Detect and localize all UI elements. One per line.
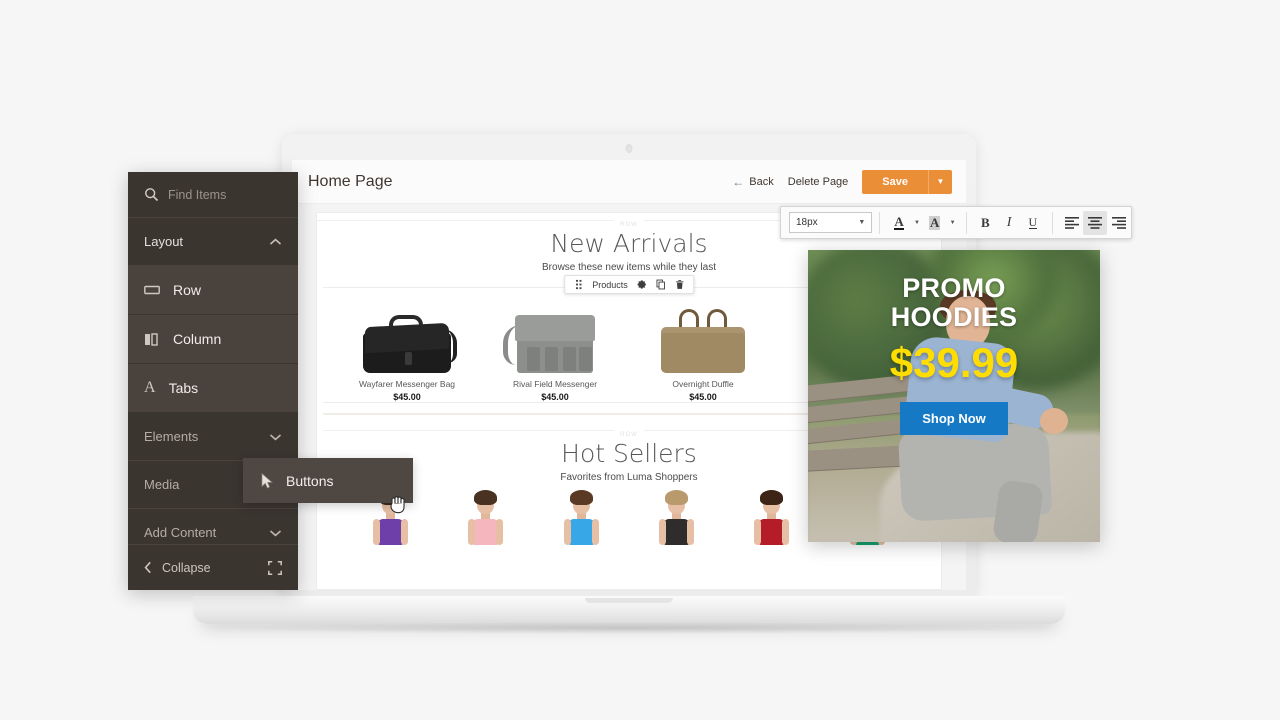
product-price: $45.00 — [689, 392, 717, 402]
column-icon — [144, 332, 160, 346]
model-thumbnail[interactable] — [468, 490, 504, 545]
sidebar-item-label: Row — [173, 282, 202, 298]
editor-actions: ← Back Delete Page Save ▼ — [732, 169, 952, 194]
align-left-button[interactable] — [1060, 211, 1084, 235]
row-icon — [144, 284, 160, 296]
arrow-left-icon: ← — [732, 174, 745, 189]
toolbar-divider — [879, 211, 881, 234]
flyout-label: Buttons — [286, 472, 334, 489]
model-thumbnail[interactable] — [754, 490, 790, 545]
font-size-select[interactable]: 18px ▼ — [789, 212, 873, 233]
text-format-toolbar: 18px ▼ A ▼ A ▼ B I U — [780, 206, 1132, 239]
product-image-duffle — [629, 289, 777, 373]
sidebar-group-elements[interactable]: Elements — [128, 413, 298, 461]
chevron-down-icon: ▼ — [858, 219, 866, 226]
grab-cursor-icon — [388, 492, 410, 516]
element-toolbar-label: Products — [592, 279, 628, 290]
messenger-bag-black-illustration — [359, 315, 457, 373]
sidebar-group-layout[interactable]: Layout — [128, 218, 298, 266]
promo-title-line-2: HOODIES — [890, 301, 1018, 332]
align-right-button[interactable] — [1107, 211, 1131, 235]
cursor-arrow-icon — [261, 472, 274, 489]
page-builder-panel: Find Items Layout Row Column A Tabs Elem — [128, 172, 298, 590]
highlight-color-caret-icon[interactable]: ▼ — [947, 220, 959, 226]
search-placeholder: Find Items — [168, 187, 227, 202]
editor-header: Home Page ← Back Delete Page Save ▼ — [292, 160, 966, 204]
bold-button[interactable]: B — [973, 211, 997, 235]
promo-price: $39.99 — [889, 338, 1019, 386]
collapse-label: Collapse — [162, 560, 211, 575]
row-marker-label: ROW — [614, 428, 644, 442]
align-center-button[interactable] — [1083, 210, 1108, 235]
font-size-value: 18px — [796, 217, 818, 228]
laptop-shadow — [205, 622, 1055, 634]
chevron-up-icon — [269, 238, 282, 246]
toolbar-divider — [965, 211, 967, 234]
chevron-down-icon — [269, 529, 282, 537]
product-price: $45.00 — [393, 392, 421, 402]
search-input[interactable]: Find Items — [128, 172, 298, 218]
model-thumbnail[interactable] — [563, 490, 599, 545]
product-image-rival — [481, 289, 629, 373]
sidebar-group-label: Add Content — [144, 525, 217, 540]
delete-page-button[interactable]: Delete Page — [788, 176, 849, 188]
sidebar-item-label: Column — [173, 331, 222, 347]
save-button[interactable]: Save — [862, 169, 928, 194]
save-button-group: Save ▼ — [862, 169, 952, 194]
sidebar-group-label: Media — [144, 477, 180, 492]
drag-handle-icon[interactable] — [573, 279, 584, 290]
save-dropdown-caret-icon[interactable]: ▼ — [928, 169, 952, 194]
toolbar-divider — [1051, 211, 1053, 234]
delete-page-label: Delete Page — [787, 175, 849, 188]
chevron-down-icon — [269, 433, 282, 441]
trash-icon[interactable] — [674, 279, 685, 290]
collapse-panel-button[interactable]: Collapse — [128, 544, 298, 590]
product-price: $45.00 — [541, 392, 569, 402]
sidebar-item-row[interactable]: Row — [128, 266, 298, 315]
promo-title-line-1: PROMO — [902, 273, 1006, 303]
product-image-wayfarer — [333, 289, 481, 373]
tabs-icon: A — [144, 379, 156, 396]
sidebar-item-column[interactable]: Column — [128, 315, 298, 364]
messenger-bag-gray-illustration — [503, 313, 603, 373]
font-color-button[interactable]: A — [887, 211, 911, 235]
sidebar-item-tabs[interactable]: A Tabs — [128, 364, 298, 413]
product-name: Rival Field Messenger — [512, 379, 598, 389]
row-marker-label: ROW — [614, 218, 644, 232]
product-card[interactable]: Rival Field Messenger $45.00 — [481, 289, 629, 402]
sidebar-group-label: Elements — [144, 429, 199, 444]
gear-icon[interactable] — [636, 279, 647, 290]
fullscreen-icon[interactable] — [268, 560, 282, 575]
underline-button[interactable]: U — [1021, 211, 1045, 235]
shop-now-button[interactable]: Shop Now — [900, 401, 1008, 435]
product-card[interactable]: Wayfarer Messenger Bag $45.00 — [333, 289, 481, 402]
laptop-camera-icon — [625, 144, 633, 153]
highlight-color-button[interactable]: A — [923, 211, 947, 235]
laptop-base — [193, 596, 1065, 624]
back-label: Back — [749, 175, 774, 188]
promo-text-block: PROMO HOODIES $39.99 Shop Now — [808, 274, 1100, 435]
chevron-left-icon — [144, 561, 152, 574]
screenshot-root: Home Page ← Back Delete Page Save ▼ ROW … — [0, 0, 1280, 720]
font-color-caret-icon[interactable]: ▼ — [911, 220, 923, 226]
back-button[interactable]: ← Back — [732, 175, 773, 189]
element-toolbar-products[interactable]: Products — [564, 275, 694, 294]
sidebar-group-label: Layout — [144, 234, 184, 249]
copy-icon[interactable] — [655, 279, 666, 290]
duffle-bag-tan-illustration — [655, 309, 751, 373]
page-title: Home Page — [308, 172, 393, 190]
model-thumbnail[interactable] — [659, 490, 695, 545]
italic-button[interactable]: I — [997, 211, 1021, 235]
search-icon — [144, 187, 159, 202]
product-name: Overnight Duffle — [672, 379, 734, 389]
promo-banner[interactable]: PROMO HOODIES $39.99 Shop Now — [808, 250, 1100, 542]
product-name: Wayfarer Messenger Bag — [358, 379, 456, 389]
sidebar-item-label: Tabs — [168, 380, 199, 396]
product-card[interactable]: Overnight Duffle $45.00 — [629, 289, 777, 402]
